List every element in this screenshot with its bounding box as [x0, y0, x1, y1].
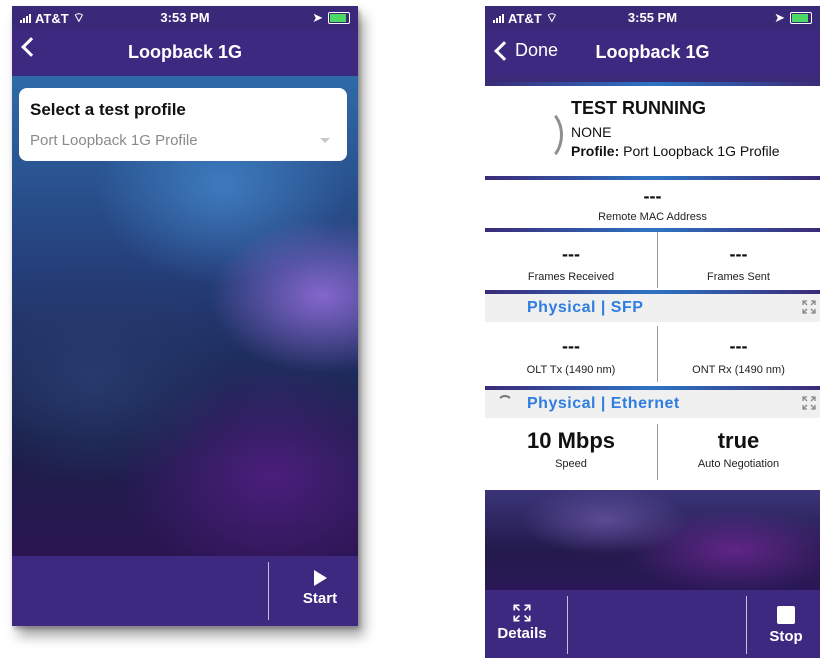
card-heading: Select a test profile [30, 100, 186, 119]
frames-panel: --- Frames Received --- Frames Sent [485, 232, 820, 290]
phone-screen-setup: AT&T ⌔ 3:53 PM ➤ Loopback 1G Select a te… [12, 6, 358, 626]
test-status: TEST RUNNING [571, 98, 706, 118]
stop-button[interactable]: Stop [755, 606, 817, 645]
status-bar: AT&T ⌔ 3:55 PM ➤ [485, 6, 820, 30]
stop-label: Stop [769, 628, 803, 645]
location-icon: ➤ [774, 10, 785, 25]
stop-icon [777, 606, 795, 624]
auto-negotiation-label: Auto Negotiation [697, 458, 780, 470]
auto-negotiation-value: true [717, 428, 760, 453]
play-icon [313, 570, 327, 586]
battery-icon [328, 12, 350, 24]
details-label: Details [497, 625, 547, 642]
frames-received-label: Frames Received [527, 271, 615, 283]
physical-ethernet-panel: 10 Mbps Speed true Auto Negotiation [485, 418, 820, 490]
expand-icon[interactable] [802, 300, 816, 314]
page-title: Loopback 1G [595, 42, 710, 62]
loading-icon [497, 395, 513, 411]
speed-label: Speed [555, 458, 587, 470]
profile-select-value: Port Loopback 1G Profile [30, 132, 198, 149]
nav-bar: Loopback 1G [12, 30, 358, 76]
page-title: Loopback 1G [127, 42, 243, 62]
profile-select[interactable]: Port Loopback 1G Profile [30, 132, 336, 149]
physical-sfp-panel: --- OLT Tx (1490 nm) --- ONT Rx (1490 nm… [485, 322, 820, 386]
olt-tx-value: --- [562, 336, 580, 356]
remote-mac-label: Remote MAC Address [598, 211, 707, 223]
toolbar-divider [268, 562, 269, 620]
ont-rx-value: --- [729, 336, 748, 356]
status-time: 3:55 PM [627, 10, 678, 25]
expand-icon [513, 604, 531, 622]
physical-sfp-header: Physical | SFP [485, 294, 820, 322]
status-time: 3:53 PM [160, 10, 210, 25]
start-button[interactable]: Start [282, 570, 358, 607]
location-icon: ➤ [312, 10, 323, 25]
profile-value: Port Loopback 1G Profile [623, 143, 780, 159]
test-profile: Profile: Port Loopback 1G Profile [571, 143, 780, 159]
toolbar-divider [567, 596, 568, 654]
toolbar-divider [746, 596, 747, 654]
physical-ethernet-title: Physical | Ethernet [527, 395, 680, 412]
bottom-toolbar: Start [12, 556, 358, 626]
status-bar: AT&T ⌔ 3:53 PM ➤ [12, 6, 358, 30]
frames-sent-value: --- [729, 244, 748, 264]
expand-icon[interactable] [802, 396, 816, 410]
nav-bar: Done Loopback 1G [485, 30, 820, 76]
background-image [485, 490, 820, 590]
frames-sent-label: Frames Sent [707, 271, 770, 283]
profile-label: Profile: [571, 143, 620, 159]
phone-screen-running: AT&T ⌔ 3:55 PM ➤ Done Loopback 1G TEST R… [485, 6, 820, 658]
physical-sfp-title: Physical | SFP [527, 299, 644, 316]
ont-rx-label: ONT Rx (1490 nm) [692, 364, 785, 376]
test-status-panel: TEST RUNNING NONE Profile: Port Loopback… [485, 86, 820, 176]
spinner-icon [523, 108, 563, 162]
physical-ethernet-header: Physical | Ethernet [485, 390, 820, 418]
chevron-down-icon [320, 138, 330, 143]
remote-mac-panel: --- Remote MAC Address [485, 180, 820, 228]
olt-tx-label: OLT Tx (1490 nm) [526, 364, 616, 376]
bottom-toolbar: Details Stop [485, 590, 820, 658]
remote-mac-value: --- [643, 186, 662, 206]
profile-card: Select a test profile Port Loopback 1G P… [19, 88, 347, 161]
frames-received-value: --- [562, 244, 580, 264]
speed-value: 10 Mbps [526, 428, 616, 453]
start-label: Start [302, 590, 338, 607]
details-button[interactable]: Details [491, 604, 553, 642]
battery-icon [790, 12, 812, 24]
test-substatus: NONE [571, 124, 612, 140]
